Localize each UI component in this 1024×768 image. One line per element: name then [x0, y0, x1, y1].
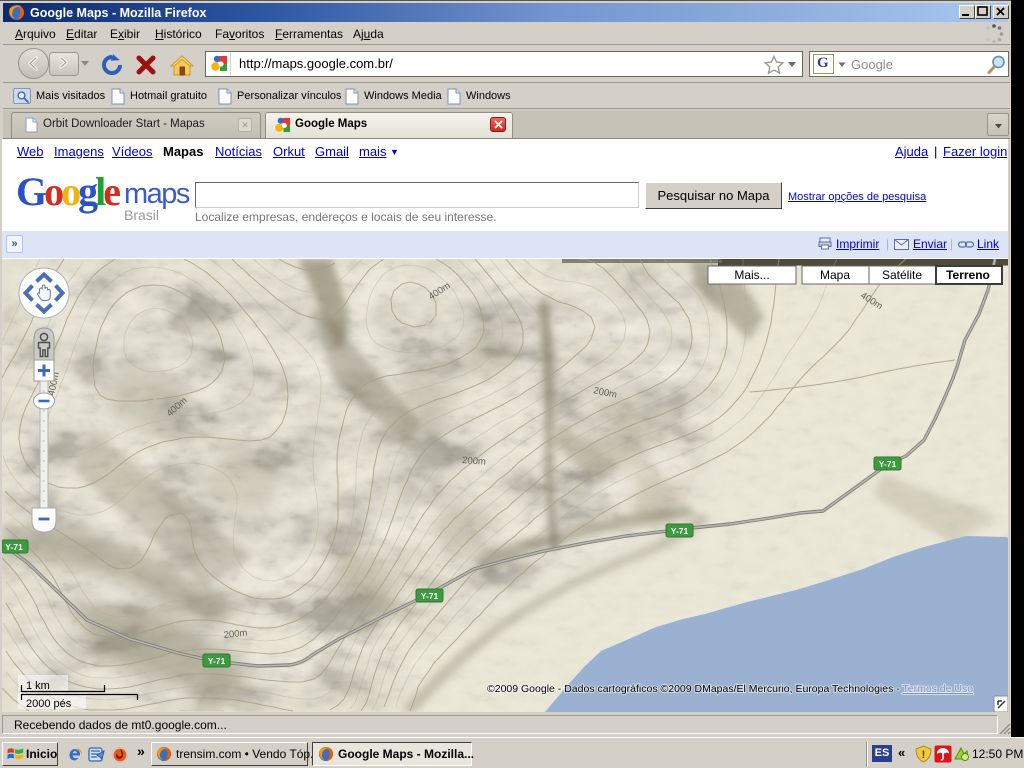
svg-text:!: ! [922, 749, 926, 761]
svg-text:Y-71: Y-71 [879, 459, 897, 469]
svg-text:Y-71: Y-71 [421, 591, 439, 601]
svg-text:1 km: 1 km [26, 680, 50, 692]
svg-text:Y-71: Y-71 [5, 542, 23, 552]
svg-text:2000 pés: 2000 pés [26, 698, 72, 710]
svg-text:Y-71: Y-71 [208, 656, 226, 666]
svg-text:Mapa: Mapa [820, 268, 850, 282]
svg-text:200m: 200m [462, 455, 487, 468]
svg-text:Terreno: Terreno [946, 268, 990, 282]
svg-text:Mais...: Mais... [734, 268, 769, 282]
svg-text:Satélite: Satélite [882, 268, 922, 282]
svg-text:©2009 Google - Dados cartográf: ©2009 Google - Dados cartográficos ©2009… [487, 683, 973, 695]
svg-text:Y-71: Y-71 [671, 526, 689, 536]
